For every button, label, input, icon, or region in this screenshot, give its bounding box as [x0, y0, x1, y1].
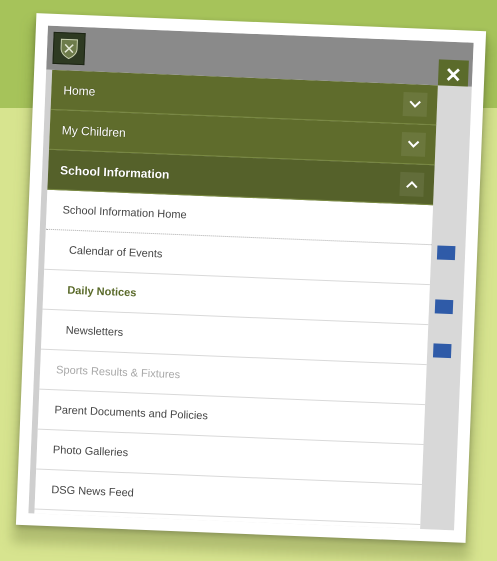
menu-item-label: My Children — [61, 122, 127, 140]
chevron-up-icon[interactable] — [399, 171, 425, 197]
close-icon: ✕ — [444, 64, 463, 87]
submenu-item-label: Sports Results & Fixtures — [55, 363, 181, 381]
submenu-item-label: Daily Notices — [67, 284, 137, 299]
background-blue-mark — [434, 299, 454, 315]
submenu-item-label: School Information Home — [62, 203, 187, 221]
navigation-menu: Home My Children School Information Scho… — [34, 69, 438, 529]
school-crest-icon[interactable] — [52, 31, 86, 66]
submenu-item-label: Newsletters — [65, 324, 124, 339]
menu-item-label: Home — [63, 82, 96, 99]
background-blue-mark — [436, 245, 456, 261]
chevron-down-icon[interactable] — [402, 91, 428, 117]
photo-frame: ✕ Home My Children School Information Sc… — [15, 13, 487, 543]
phone-screen: ✕ Home My Children School Information Sc… — [28, 25, 474, 531]
submenu-item-label: Photo Galleries — [52, 443, 129, 459]
background-blue-mark — [432, 343, 452, 359]
chevron-down-icon[interactable] — [401, 131, 426, 157]
submenu-item-label: Calendar of Events — [68, 244, 163, 260]
menu-item-label: School Information — [59, 162, 170, 182]
submenu-item-label: DSG News Feed — [51, 483, 135, 499]
submenu-item-label: Parent Documents and Policies — [54, 403, 209, 422]
